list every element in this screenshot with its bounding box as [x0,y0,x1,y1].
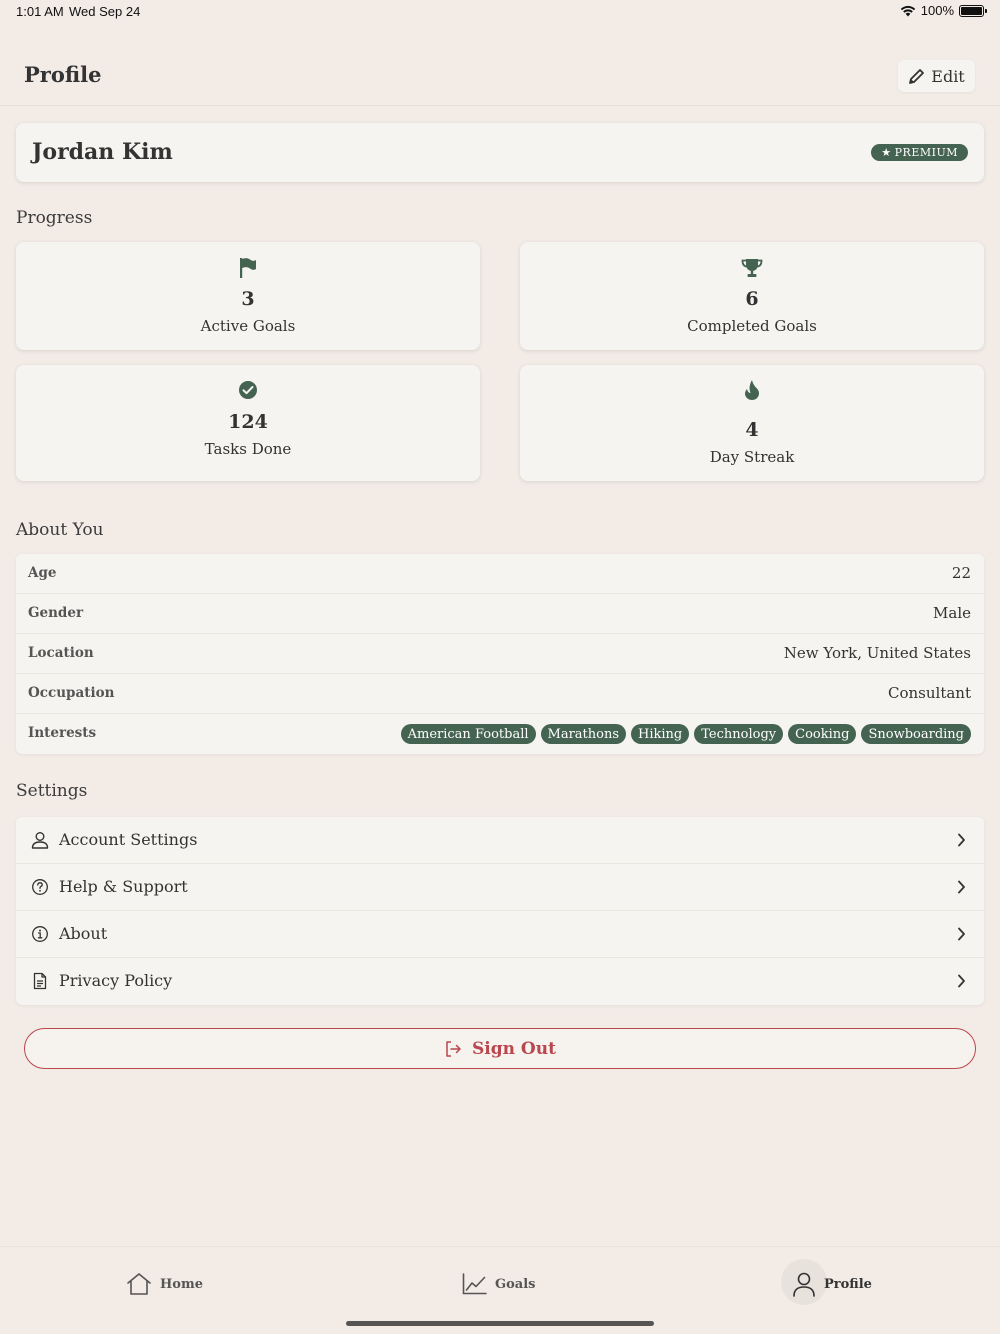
tab-label: Home [160,1276,203,1292]
about-list: Age 22 Gender Male Location New York, Un… [16,554,984,754]
header: Profile Edit [0,44,1000,106]
interest-chip: Cooking [788,724,857,744]
battery-icon [959,4,987,17]
stat-value: 124 [228,411,268,433]
settings-item-about[interactable]: About [16,911,984,958]
about-row-age: Age 22 [16,554,984,594]
status-bar: 1:01 AM Wed Sep 24 100% [0,0,1000,24]
premium-label: PREMIUM [894,146,958,159]
settings-list: Account Settings Help & Support About Pr… [16,817,984,1005]
about-value: Consultant [888,684,971,702]
flame-icon [745,380,759,400]
about-key: Gender [28,605,84,621]
status-indicators: 100% [900,3,987,18]
trophy-icon [741,259,763,277]
battery-percent: 100% [920,3,954,18]
about-row-gender: Gender Male [16,594,984,634]
about-key: Age [28,565,57,581]
stat-label: Active Goals [200,317,296,335]
sign-out-label: Sign Out [472,1038,556,1059]
chevron-right-icon [958,880,965,894]
status-time: 1:01 AM [16,4,64,19]
stat-value: 3 [241,288,255,310]
settings-item-label: Help & Support [59,877,188,896]
stat-label: Tasks Done [204,440,292,458]
interest-chip: Marathons [540,724,627,744]
about-value: 22 [951,564,971,582]
settings-item-privacy[interactable]: Privacy Policy [16,958,984,1005]
edit-button[interactable]: Edit [898,60,975,92]
user-card: Jordan Kim ★ PREMIUM [16,123,984,182]
interest-chip: Snowboarding [861,724,971,744]
stat-label: Day Streak [709,448,795,466]
user-name: Jordan Kim [32,139,173,165]
document-icon [33,972,47,990]
settings-item-help[interactable]: Help & Support [16,864,984,911]
info-icon [32,926,48,942]
star-icon: ★ [881,146,892,159]
home-indicator [346,1321,654,1326]
stat-card-active-goals: 3 Active Goals [16,242,480,350]
edit-label: Edit [931,66,965,86]
chevron-right-icon [958,833,965,847]
about-key: Interests [28,725,97,741]
interest-chip: Hiking [631,724,690,744]
tab-label: Goals [495,1276,536,1292]
settings-title: Settings [16,781,88,801]
interest-chip: American Football [400,724,536,744]
stat-value: 6 [745,288,759,310]
settings-item-account[interactable]: Account Settings [16,817,984,864]
premium-badge: ★ PREMIUM [871,144,968,161]
stat-label: Completed Goals [687,317,817,335]
user-icon [793,1272,815,1297]
stat-card-day-streak: 4 Day Streak [520,365,984,481]
settings-item-label: About [59,924,108,943]
interest-chip: Technology [694,724,784,744]
about-row-interests: Interests American Football Marathons Hi… [16,714,984,754]
interest-chips: American Football Marathons Hiking Techn… [400,724,971,744]
about-row-occupation: Occupation Consultant [16,674,984,714]
status-date: Wed Sep 24 [69,4,141,19]
tab-profile[interactable]: Profile [792,1259,872,1309]
about-value: Male [933,604,971,622]
about-key: Occupation [28,685,115,701]
settings-item-label: Account Settings [59,830,198,849]
flag-icon [240,258,256,278]
settings-item-label: Privacy Policy [59,971,173,990]
about-row-location: Location New York, United States [16,634,984,674]
progress-title: Progress [16,208,93,228]
tab-home[interactable]: Home [126,1259,203,1309]
help-icon [32,879,48,895]
home-icon [127,1273,151,1295]
page-title: Profile [24,62,102,87]
about-key: Location [28,645,94,661]
chart-icon [462,1273,487,1295]
stat-card-tasks-done: 124 Tasks Done [16,365,480,481]
stat-card-completed-goals: 6 Completed Goals [520,242,984,350]
chevron-right-icon [958,974,965,988]
sign-out-button[interactable]: Sign Out [24,1028,976,1069]
chevron-right-icon [958,927,965,941]
pencil-icon [909,68,925,84]
about-value: New York, United States [783,644,971,662]
wifi-icon [900,5,915,16]
tab-label: Profile [824,1276,872,1292]
sign-out-icon [446,1040,461,1057]
user-icon [31,832,49,849]
about-title: About You [16,520,104,540]
stat-value: 4 [745,419,759,441]
check-circle-icon [239,381,257,399]
tab-goals[interactable]: Goals [462,1259,535,1309]
